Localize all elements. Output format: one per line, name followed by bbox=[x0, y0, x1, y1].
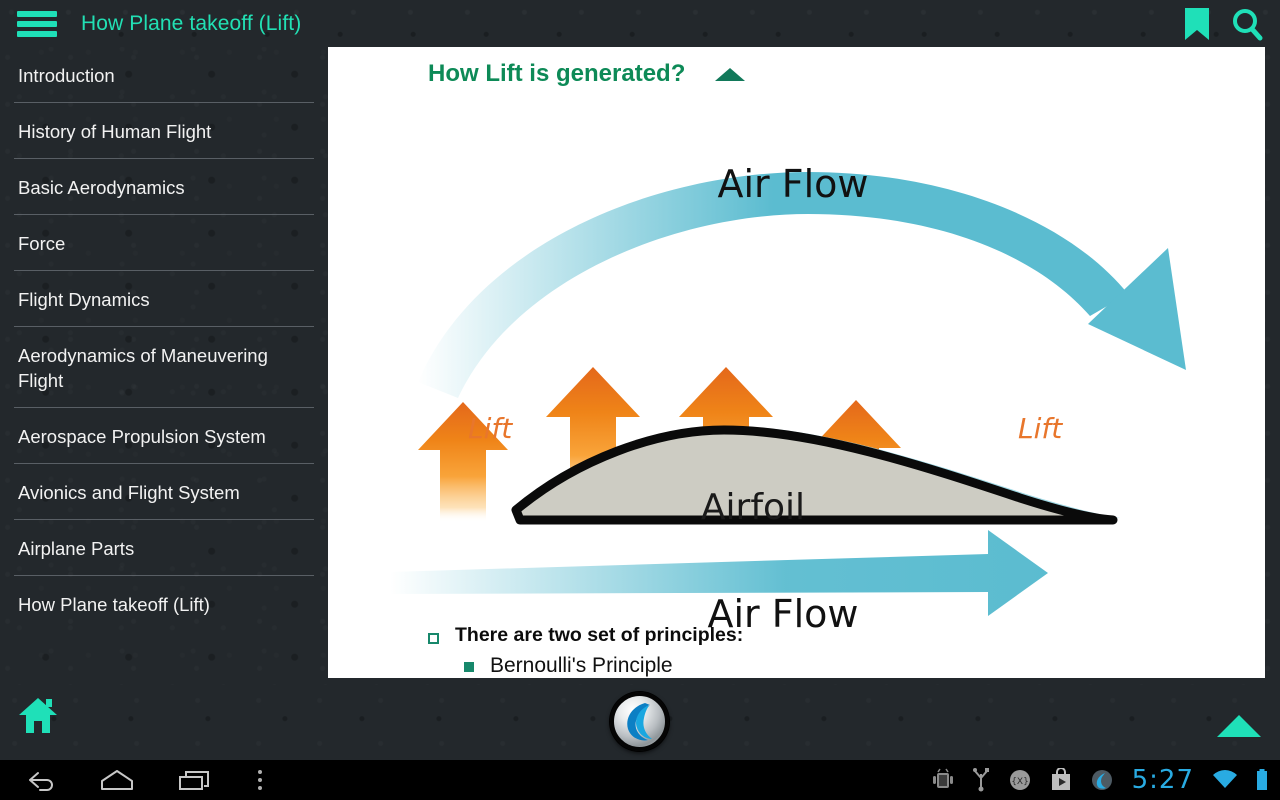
lift-label-left: Lift bbox=[468, 412, 513, 445]
sidebar-item-basic-aerodynamics[interactable]: Basic Aerodynamics bbox=[0, 159, 328, 215]
sidebar-item-flight-dynamics[interactable]: Flight Dynamics bbox=[0, 271, 328, 327]
lift-diagram: Air Flow Lift Lift Airfoil Air Flow bbox=[328, 102, 1265, 636]
wifi-icon bbox=[1212, 769, 1238, 791]
sidebar-item-introduction[interactable]: Introduction bbox=[0, 47, 328, 103]
sidebar-item-label: Basic Aerodynamics bbox=[18, 177, 185, 198]
page-title: How Lift is generated? bbox=[428, 60, 686, 87]
sidebar-item-label: Aerospace Propulsion System bbox=[18, 426, 266, 447]
airflow-top-label: Air Flow bbox=[717, 162, 869, 206]
sidebar-item-label: Avionics and Flight System bbox=[18, 482, 240, 503]
svg-text:{X}: {X} bbox=[1011, 777, 1029, 787]
search-icon[interactable] bbox=[1230, 7, 1264, 41]
principles-list: There are two set of principles: Bernoul… bbox=[428, 622, 1188, 678]
sidebar-item-label: Airplane Parts bbox=[18, 538, 135, 559]
hamburger-menu-icon[interactable] bbox=[17, 10, 57, 37]
list-item: Bernoulli's Principle bbox=[464, 651, 1188, 678]
list-item-label: There are two set of principles: bbox=[455, 624, 744, 646]
sidebar-item-label: Introduction bbox=[18, 65, 115, 86]
back-arrow-icon[interactable] bbox=[26, 769, 56, 791]
collapse-triangle-up-icon[interactable] bbox=[715, 67, 746, 81]
sidebar-nav[interactable]: Introduction History of Human Flight Bas… bbox=[0, 47, 328, 685]
app-notification-icon bbox=[1090, 768, 1114, 792]
top-bar-actions bbox=[1182, 0, 1264, 47]
app-top-bar: How Plane takeoff (Lift) bbox=[0, 0, 1280, 47]
lift-label-right: Lift bbox=[1018, 412, 1063, 445]
battery-icon bbox=[1256, 768, 1268, 792]
sidebar-item-label: Aerodynamics of Maneuvering Flight bbox=[18, 345, 268, 391]
scroll-up-triangle-icon[interactable] bbox=[1216, 713, 1262, 744]
app-title: How Plane takeoff (Lift) bbox=[81, 11, 302, 35]
sidebar-item-aerodynamics-of-maneuvering-flight[interactable]: Aerodynamics of Maneuvering Flight bbox=[0, 327, 328, 408]
list-item: There are two set of principles: bbox=[428, 622, 1188, 649]
recent-apps-icon[interactable] bbox=[178, 769, 212, 791]
play-store-icon bbox=[1050, 768, 1072, 792]
android-status-icons: {X} 5:27 bbox=[932, 760, 1268, 800]
slide-header: How Lift is generated? bbox=[428, 60, 746, 88]
sidebar-item-label: Force bbox=[18, 233, 66, 254]
bookmark-icon[interactable] bbox=[1182, 7, 1212, 41]
android-home-icon[interactable] bbox=[100, 769, 134, 791]
home-icon[interactable] bbox=[17, 696, 59, 741]
status-clock: 5:27 bbox=[1131, 765, 1194, 795]
sidebar-item-history-of-human-flight[interactable]: History of Human Flight bbox=[0, 103, 328, 159]
sidebar-item-aerospace-propulsion-system[interactable]: Aerospace Propulsion System bbox=[0, 408, 328, 464]
list-item-label: Bernoulli's Principle bbox=[490, 654, 673, 677]
android-nav-buttons bbox=[26, 768, 264, 792]
filled-square-bullet-icon bbox=[464, 662, 474, 672]
hollow-square-bullet-icon bbox=[428, 633, 439, 644]
overflow-menu-icon[interactable] bbox=[256, 768, 264, 792]
usb-icon bbox=[972, 768, 990, 792]
screen-root: How Plane takeoff (Lift) Introduction Hi… bbox=[0, 0, 1280, 800]
sidebar-item-label: Flight Dynamics bbox=[18, 289, 150, 310]
developer-x-icon: {X} bbox=[1008, 768, 1032, 792]
app-orb-logo-icon[interactable] bbox=[610, 692, 669, 751]
sidebar-item-avionics-and-flight-system[interactable]: Avionics and Flight System bbox=[0, 464, 328, 520]
sidebar-item-label: How Plane takeoff (Lift) bbox=[18, 594, 210, 615]
android-debug-icon bbox=[932, 768, 954, 792]
sidebar-item-airplane-parts[interactable]: Airplane Parts bbox=[0, 520, 328, 576]
sidebar-item-label: History of Human Flight bbox=[18, 121, 212, 142]
sidebar-item-force[interactable]: Force bbox=[0, 215, 328, 271]
android-system-bar: {X} 5:27 bbox=[0, 760, 1280, 800]
airfoil-label: Airfoil bbox=[700, 487, 806, 528]
sidebar-item-how-plane-takeoff-lift[interactable]: How Plane takeoff (Lift) bbox=[0, 576, 328, 632]
content-panel: How Lift is generated? Air Flow Lift Lif… bbox=[328, 47, 1265, 678]
